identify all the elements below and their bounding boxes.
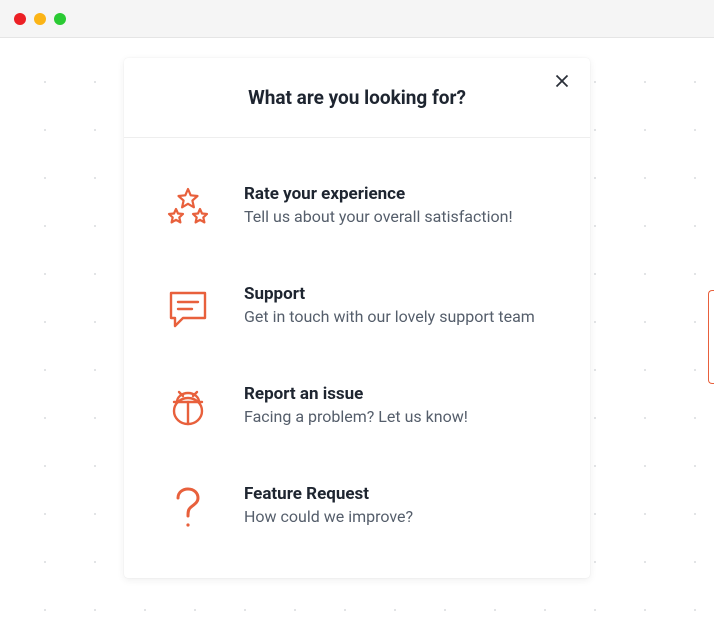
option-desc: Tell us about your overall satisfaction! [244,206,550,228]
option-desc: Facing a problem? Let us know! [244,406,550,428]
option-title: Rate your experience [244,184,550,204]
options-list: Rate your experience Tell us about your … [124,138,590,578]
feedback-modal: What are you looking for? Rate your expe… [124,58,590,578]
question-icon [164,484,212,532]
option-title: Support [244,284,550,304]
bug-icon [164,384,212,432]
window-minimize-button[interactable] [34,13,46,25]
option-title: Report an issue [244,384,550,404]
option-text: Report an issue Facing a problem? Let us… [244,384,550,428]
close-button[interactable] [552,72,572,92]
option-desc: Get in touch with our lovely support tea… [244,306,550,328]
option-text: Rate your experience Tell us about your … [244,184,550,228]
window-close-button[interactable] [14,13,26,25]
feedback-edge-tab[interactable] [708,290,714,384]
option-text: Support Get in touch with our lovely sup… [244,284,550,328]
option-desc: How could we improve? [244,506,550,528]
option-title: Feature Request [244,484,550,504]
option-support[interactable]: Support Get in touch with our lovely sup… [154,258,560,358]
modal-header: What are you looking for? [124,58,590,138]
stars-icon [164,184,212,232]
option-text: Feature Request How could we improve? [244,484,550,528]
window-maximize-button[interactable] [54,13,66,25]
window-titlebar [0,0,714,38]
option-feature-request[interactable]: Feature Request How could we improve? [154,458,560,558]
chat-icon [164,284,212,332]
modal-title: What are you looking for? [144,86,570,109]
option-rate-experience[interactable]: Rate your experience Tell us about your … [154,158,560,258]
close-icon [555,72,569,93]
option-report-issue[interactable]: Report an issue Facing a problem? Let us… [154,358,560,458]
